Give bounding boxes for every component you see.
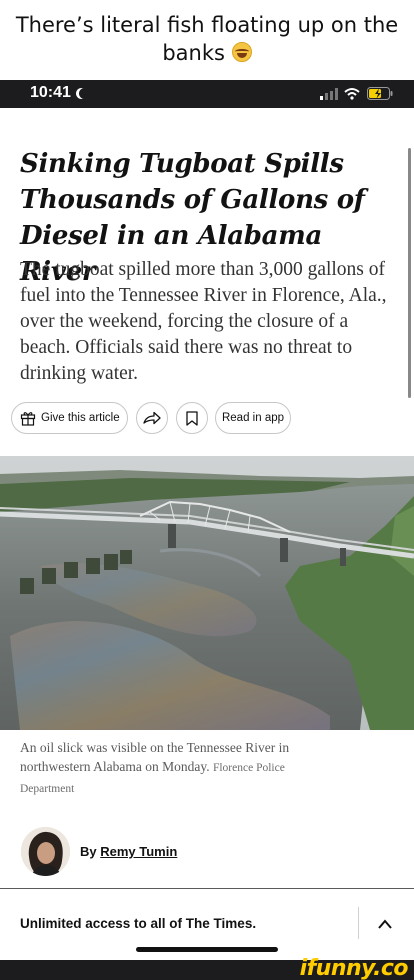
author-link[interactable]: Remy Tumin xyxy=(100,844,177,859)
byline-prefix: By xyxy=(80,844,97,859)
byline: By Remy Tumin xyxy=(80,844,177,859)
home-indicator xyxy=(136,947,278,952)
focus-moon-icon xyxy=(79,88,90,99)
give-article-label: Give this article xyxy=(41,412,120,424)
article-summary: The tugboat spilled more than 3,000 gall… xyxy=(20,259,387,384)
bottom-divider xyxy=(358,907,359,939)
battery-charging-icon xyxy=(367,87,393,100)
author-avatar xyxy=(21,827,70,876)
subscription-text[interactable]: Unlimited access to all of The Times. xyxy=(20,916,256,931)
bookmark-button[interactable] xyxy=(176,402,208,434)
photo-caption: An oil slick was visible on the Tennesse… xyxy=(20,738,340,799)
share-arrow-icon xyxy=(143,411,161,425)
give-article-button[interactable]: Give this article xyxy=(11,402,128,434)
gift-icon xyxy=(20,412,36,426)
meme-caption: There’s literal fish floating up on the … xyxy=(0,0,414,80)
chevron-up-icon[interactable] xyxy=(378,919,392,929)
scrollbar[interactable] xyxy=(408,148,411,398)
share-button[interactable] xyxy=(136,402,168,434)
article-photo-river-oil-slick xyxy=(0,456,414,730)
read-in-app-button[interactable]: Read in app xyxy=(215,402,291,434)
ifunny-watermark-logo: ifunny.co xyxy=(299,956,409,980)
subscription-bar[interactable]: Unlimited access to all of The Times. xyxy=(0,888,414,960)
status-bar: 10:41 xyxy=(0,80,414,108)
laughing-emoji-icon xyxy=(231,42,252,62)
bookmark-icon xyxy=(186,410,198,426)
watermark-footer: ifunny.co xyxy=(0,956,414,980)
cellular-signal-icon xyxy=(320,88,338,100)
wifi-icon xyxy=(344,88,360,100)
read-in-app-label: Read in app xyxy=(221,412,285,424)
status-time: 10:41 xyxy=(30,84,71,101)
meme-caption-text: There’s literal fish floating up on the … xyxy=(15,13,399,65)
